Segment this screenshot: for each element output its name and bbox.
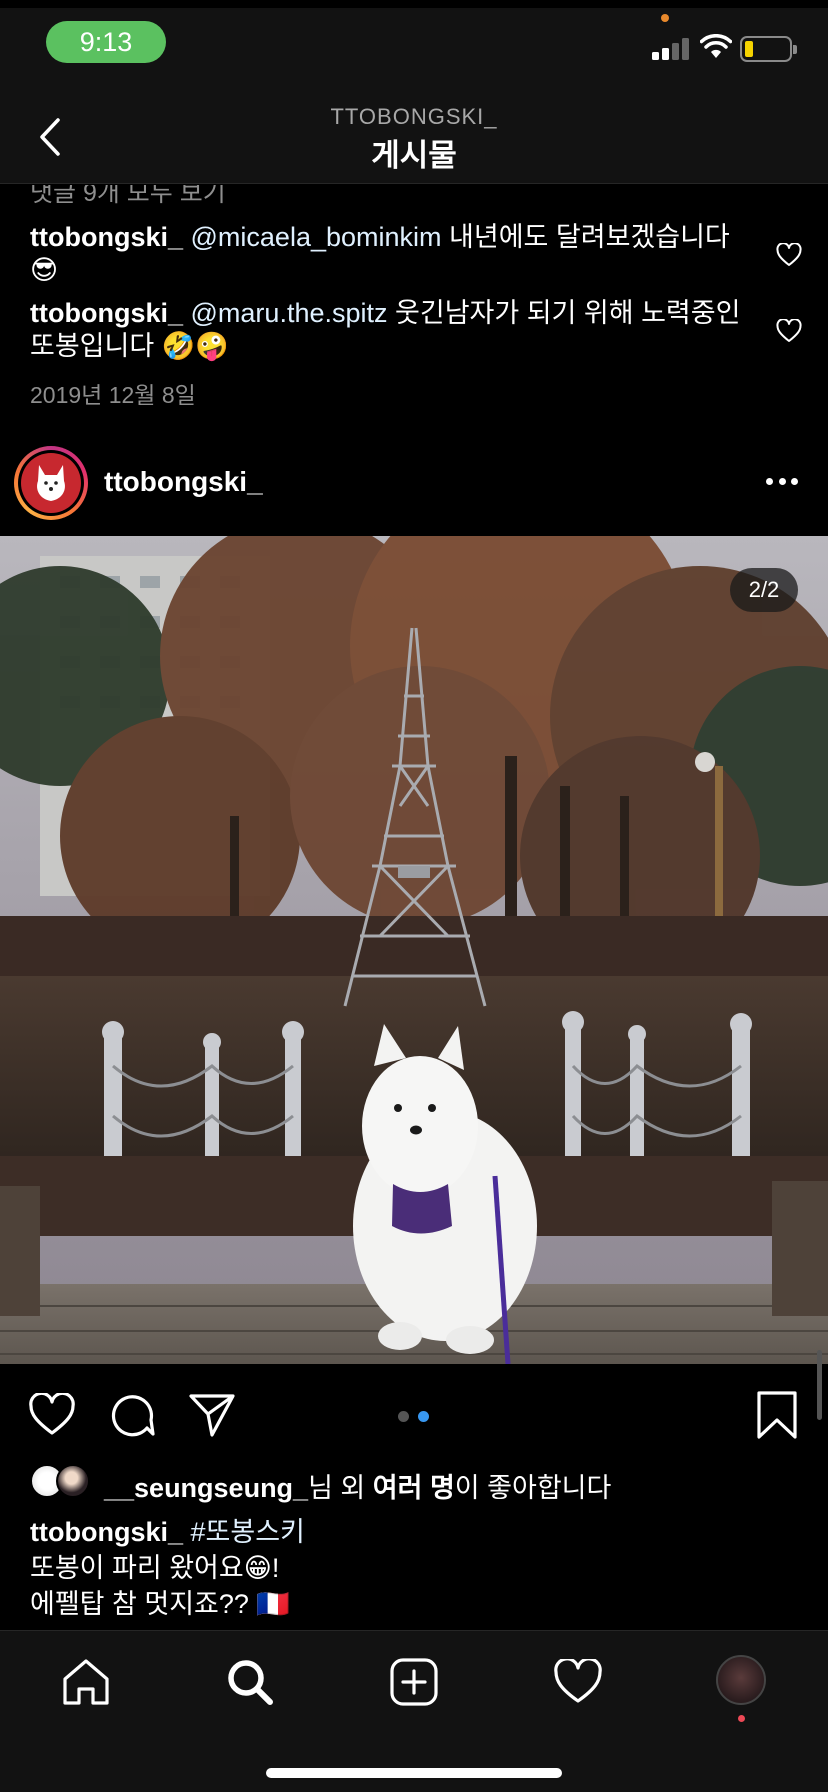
post-photo[interactable]: 2/2 <box>0 536 828 1364</box>
cellular-signal-icon <box>652 38 690 60</box>
bottom-tab-bar <box>0 1630 828 1792</box>
comment-item: ttobongski_ @maru.the.spitz 웃긴남자가 되기 위해 … <box>30 297 750 363</box>
likes-suffix: 님 외 <box>308 1473 373 1503</box>
save-button[interactable] <box>751 1389 803 1441</box>
tab-create[interactable] <box>384 1653 444 1711</box>
header-username: TTOBONGSKI_ <box>330 104 498 129</box>
post-header: ttobongski_ <box>0 440 828 524</box>
wifi-icon <box>699 34 733 60</box>
photo-counter: 2/2 <box>730 568 798 612</box>
page-title: 게시물 <box>371 138 457 173</box>
status-bar-overflow <box>0 0 828 8</box>
comment-like-heart-icon[interactable] <box>776 243 802 267</box>
dog-avatar-icon <box>21 453 81 513</box>
activity-heart-icon <box>554 1659 602 1703</box>
tab-search[interactable] <box>220 1653 280 1711</box>
likes-suffix: 이 좋아합니다 <box>454 1473 612 1503</box>
tab-activity[interactable] <box>548 1653 608 1711</box>
liker-avatar <box>56 1464 90 1498</box>
comment-button[interactable] <box>106 1389 158 1441</box>
comment-mention[interactable]: @maru.the.spitz <box>191 298 388 328</box>
caption-line: ttobongski_ #또봉스키 <box>30 1514 810 1550</box>
paper-plane-icon <box>189 1394 235 1437</box>
add-post-icon <box>390 1658 438 1706</box>
caption-hashtag[interactable]: #또봉스키 <box>191 1517 305 1547</box>
home-indicator[interactable] <box>266 1768 562 1778</box>
likes-first-user[interactable]: __seungseung_ <box>104 1473 308 1503</box>
eiffel-dog-photo <box>0 536 828 1364</box>
status-bar: 9:13 <box>0 0 828 90</box>
like-button[interactable] <box>26 1389 78 1441</box>
comment-item: ttobongski_ @micaela_bominkim 내년에도 달려보겠습… <box>30 221 750 287</box>
comment-username[interactable]: ttobongski_ <box>30 222 183 252</box>
search-icon <box>228 1660 273 1705</box>
heart-icon <box>29 1393 75 1435</box>
post-caption: ttobongski_ #또봉스키 또봉이 파리 왔어요😁! 에펠탑 참 멋지죠… <box>30 1514 810 1622</box>
comment-date: 2019년 12월 8일 <box>30 382 196 408</box>
post-username[interactable]: ttobongski_ <box>104 466 263 498</box>
more-horizontal-icon <box>766 477 773 485</box>
bookmark-icon <box>757 1391 797 1439</box>
likes-summary[interactable]: __seungseung_님 외 여러 명이 좋아합니다 <box>30 1462 810 1503</box>
comments-section: 댓글 9개 모두 보기 ttobongski_ @micaela_bominki… <box>0 185 828 425</box>
carousel-dot-active <box>418 1411 429 1422</box>
comment-like-heart-icon[interactable] <box>776 319 802 343</box>
home-icon <box>63 1659 109 1705</box>
likes-others[interactable]: 여러 명 <box>373 1473 455 1503</box>
caption-username[interactable]: ttobongski_ <box>30 1517 183 1547</box>
comment-username[interactable]: ttobongski_ <box>30 298 183 328</box>
nav-header: TTOBONGSKI_ 게시물 <box>0 90 828 184</box>
caption-line: 또봉이 파리 왔어요😁! <box>30 1553 280 1583</box>
profile-notification-dot <box>738 1715 745 1722</box>
more-options-button[interactable] <box>766 476 798 486</box>
tab-home[interactable] <box>56 1653 116 1711</box>
comment-mention[interactable]: @micaela_bominkim <box>191 222 442 252</box>
status-time[interactable]: 9:13 <box>46 21 166 63</box>
comment-bubble-icon <box>111 1395 155 1437</box>
carousel-dots <box>398 1411 434 1423</box>
tab-profile[interactable] <box>716 1655 766 1705</box>
post-actions <box>0 1385 828 1445</box>
battery-icon <box>740 36 797 62</box>
avatar[interactable] <box>14 446 88 520</box>
caption-line: 에펠탑 참 멋지죠?? 🇫🇷 <box>30 1589 291 1619</box>
likes-text: __seungseung_님 외 여러 명이 좋아합니다 <box>104 1466 611 1505</box>
battery-level <box>745 41 753 57</box>
share-button[interactable] <box>186 1389 238 1441</box>
privacy-indicator-dot <box>661 14 669 22</box>
view-all-comments-link[interactable]: 댓글 9개 모두 보기 <box>30 185 226 209</box>
carousel-dot <box>398 1411 409 1422</box>
